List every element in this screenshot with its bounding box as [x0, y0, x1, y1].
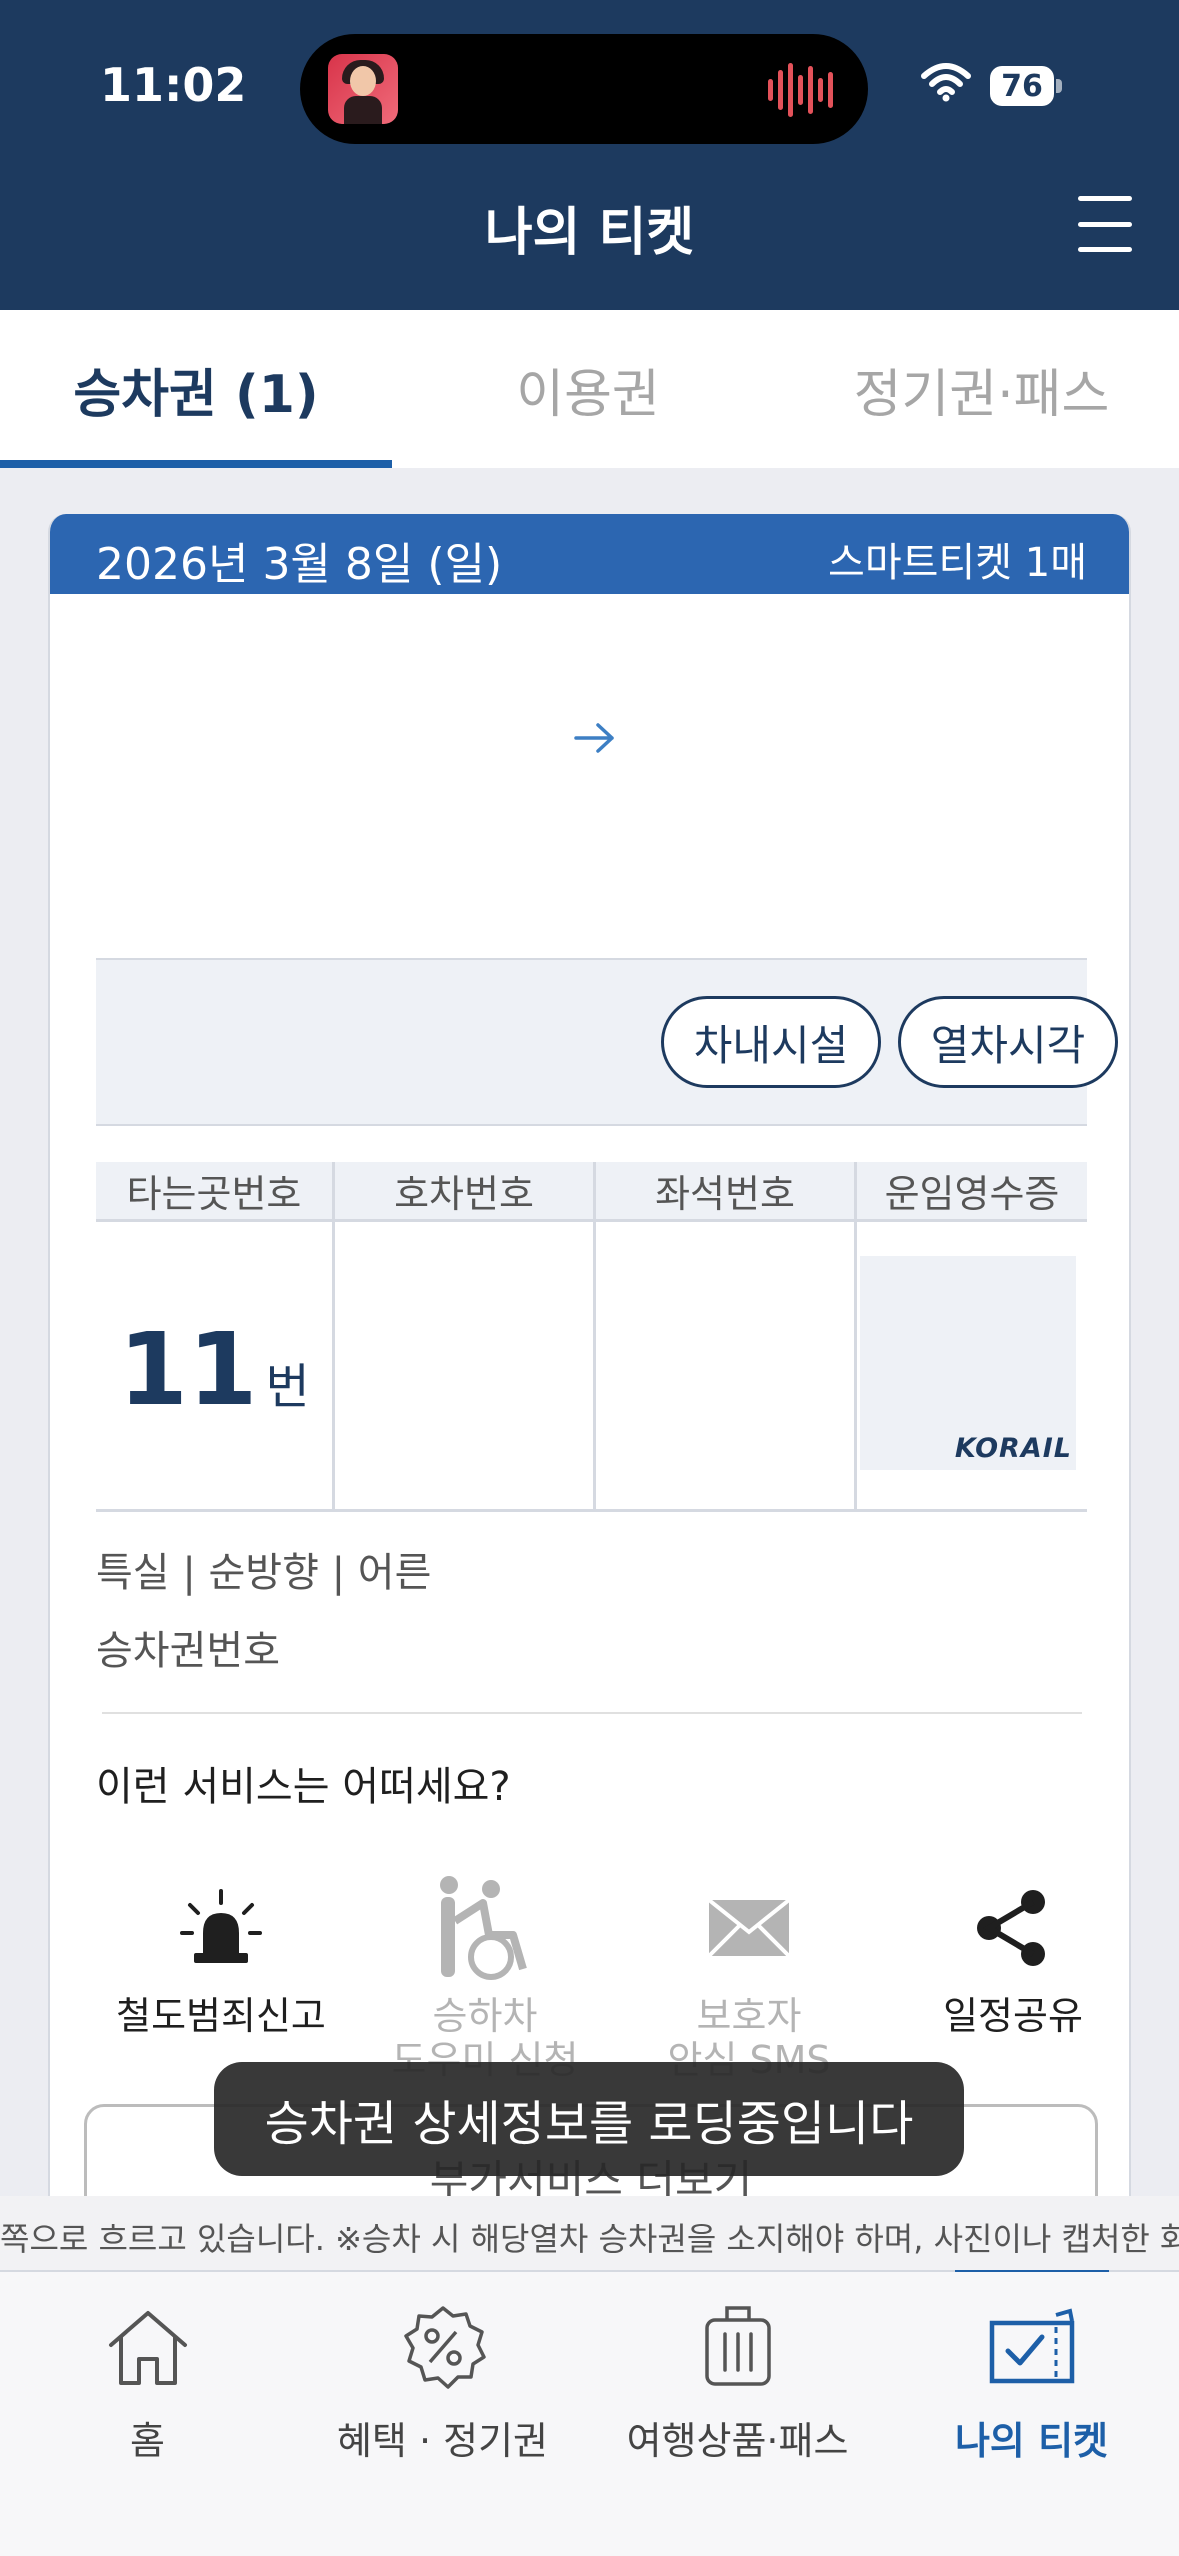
service-share-schedule[interactable]: 일정공유: [888, 1868, 1129, 2038]
service-label: 일정공유: [943, 1994, 1083, 2038]
header-seat: 좌석번호: [596, 1162, 854, 1222]
wheelchair-icon: [440, 1876, 527, 1980]
nav-label: 나의 티켓: [954, 2419, 1109, 2463]
share-icon: [977, 1890, 1045, 1966]
loading-toast: 승차권 상세정보를 로딩중입니다: [214, 2062, 964, 2176]
menu-icon[interactable]: [1078, 196, 1132, 252]
nav-label: 홈: [130, 2419, 165, 2463]
train-facilities-button[interactable]: 차내시설: [661, 996, 881, 1088]
nav-travel-products[interactable]: 여행상품·패스: [590, 2292, 885, 2465]
waveform-icon: [768, 62, 836, 118]
header-car: 호차번호: [335, 1162, 593, 1222]
siren-icon: [180, 1889, 262, 1963]
ticket-check-icon: [989, 2308, 1074, 2384]
platform-number: 11 번: [96, 1244, 332, 1494]
train-timetable-button[interactable]: 열차시각: [898, 996, 1118, 1088]
home-icon: [108, 2311, 187, 2385]
platform-number-unit: 번: [265, 1359, 310, 1415]
envelope-icon: [707, 1898, 791, 1958]
ticket-number-label: 승차권번호: [96, 1628, 280, 1674]
nav-label: 여행상품·패스: [626, 2419, 849, 2463]
ticket-type: 스마트티켓 1매: [828, 540, 1087, 586]
tab-season-pass[interactable]: 정기권·패스: [784, 310, 1179, 468]
page-title: 나의 티켓: [484, 203, 695, 263]
battery-level: 76: [990, 66, 1054, 106]
header-platform: 타는곳번호: [96, 1162, 332, 1222]
discount-badge-icon: [403, 2306, 486, 2389]
status-time: 11:02: [100, 58, 247, 112]
bottom-nav: 홈 혜택 · 정기권 여행상품·패스 나의 티켓: [0, 2272, 1179, 2556]
header-receipt: 운임영수증: [857, 1162, 1087, 1222]
notice-marquee: 쪽으로 흐르고 있습니다. ※승차 시 해당열차 승차권을 소지해야 하며, 사…: [0, 2196, 1179, 2272]
suitcase-icon: [704, 2306, 771, 2386]
platform-number-value: 11: [118, 1310, 258, 1428]
ticket-actions: 차내시설 열차시각: [96, 958, 1118, 1126]
tab-passes[interactable]: 이용권: [392, 310, 784, 468]
nav-benefits[interactable]: 혜택 · 정기권: [295, 2292, 590, 2465]
service-guardian-sms: 보호자 안심 SMS: [624, 1868, 874, 2082]
dynamic-island[interactable]: [300, 34, 868, 144]
service-boarding-assistance: 승하차 도우미 신청: [360, 1868, 610, 2082]
service-label: 철도범죄신고: [116, 1994, 326, 2038]
nav-home[interactable]: 홈: [0, 2292, 295, 2465]
service-crime-report[interactable]: 철도범죄신고: [96, 1868, 346, 2038]
active-tab-indicator: [0, 460, 392, 468]
ticket-date: 2026년 3월 8일 (일): [96, 539, 503, 590]
battery-icon: 76: [990, 66, 1062, 106]
arrow-right-icon: [574, 723, 614, 753]
fare-receipt-button[interactable]: KORAIL: [860, 1256, 1076, 1470]
divider: [102, 1712, 1082, 1714]
wifi-icon: [921, 63, 971, 102]
ticket-card: 2026년 3월 8일 (일) 스마트티켓 1매 차내시설 열차시각 타는곳번호…: [48, 514, 1131, 2214]
nav-my-tickets[interactable]: 나의 티켓: [884, 2292, 1179, 2465]
ticket-card-header: 2026년 3월 8일 (일) 스마트티켓 1매: [50, 514, 1129, 594]
ticket-info-table: 타는곳번호 호차번호 좌석번호 운임영수증 11 번 KORAIL: [96, 1162, 1087, 1512]
services-title: 이런 서비스는 어떠세요?: [96, 1764, 511, 1810]
tab-tickets[interactable]: 승차권 (1): [0, 310, 392, 468]
now-playing-artwork: [328, 54, 398, 124]
korail-logo: KORAIL: [954, 1433, 1072, 1464]
ticket-attributes: 특실 | 순방향 | 어른: [96, 1550, 432, 1596]
nav-label: 혜택 · 정기권: [336, 2419, 549, 2463]
app-header: 11:02 76 나의 티켓: [0, 0, 1179, 310]
tab-bar: 승차권 (1) 이용권 정기권·패스: [0, 310, 1179, 468]
